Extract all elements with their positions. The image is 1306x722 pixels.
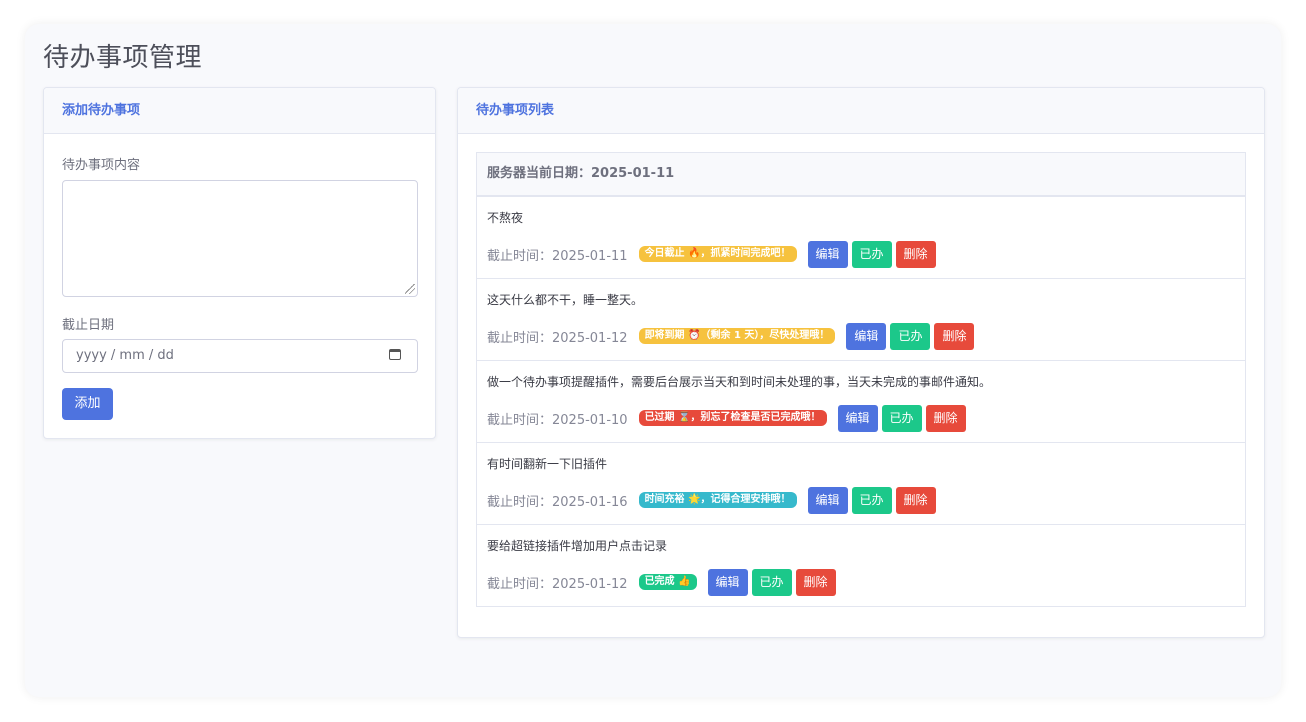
edit-button[interactable]: 编辑 <box>807 486 848 514</box>
todo-meta: 截止时间：2025-01-12 已完成 👍 编辑 已办 删除 <box>487 568 840 596</box>
status-badge: 今日截止 🔥，抓紧时间完成吧！ <box>638 246 797 262</box>
todo-deadline: 截止时间：2025-01-12 <box>487 330 628 346</box>
todo-items: 不熬夜 截止时间：2025-01-11 今日截止 🔥，抓紧时间完成吧！ 编辑 已… <box>477 197 1245 607</box>
todo-list-header: 待办事项列表 <box>458 88 1264 134</box>
todo-list-card: 待办事项列表 服务器当前日期：2025-01-11 不熬夜 截止时间：2025-… <box>457 87 1265 638</box>
todo-item: 做一个待办事项提醒插件，需要后台展示当天和到时间未处理的事，当天未完成的事邮件通… <box>477 361 1245 443</box>
todo-deadline: 截止时间：2025-01-12 <box>487 576 628 592</box>
add-button[interactable]: 添加 <box>62 388 113 420</box>
todo-meta: 截止时间：2025-01-16 时间充裕 🌟，记得合理安排哦！ 编辑 已办 删除 <box>487 486 940 514</box>
add-todo-header: 添加待办事项 <box>44 88 435 134</box>
date-input[interactable]: yyyy / mm / dd <box>62 339 418 373</box>
resize-grip-icon[interactable] <box>405 284 415 294</box>
delete-button[interactable]: 删除 <box>895 486 936 514</box>
todo-text: 有时间翻新一下旧插件 <box>487 457 608 471</box>
delete-button[interactable]: 删除 <box>925 404 966 432</box>
status-badge: 时间充裕 🌟，记得合理安排哦！ <box>638 492 797 508</box>
todo-item: 要给超链接插件增加用户点击记录 截止时间：2025-01-12 已完成 👍 编辑… <box>477 525 1245 607</box>
done-button[interactable]: 已办 <box>851 240 892 268</box>
done-button[interactable]: 已办 <box>881 404 922 432</box>
todo-deadline: 截止时间：2025-01-16 <box>487 494 628 510</box>
calendar-icon[interactable] <box>389 349 401 360</box>
content-textarea[interactable] <box>62 180 418 297</box>
todo-list: 服务器当前日期：2025-01-11 不熬夜 截止时间：2025-01-11 今… <box>476 152 1246 607</box>
done-button[interactable]: 已办 <box>751 568 792 596</box>
status-badge: 已过期 ⌛，别忘了检查是否已完成哦！ <box>638 410 827 426</box>
page-title: 待办事项管理 <box>43 43 203 73</box>
date-placeholder: yyyy / mm / dd <box>76 348 174 363</box>
todo-item: 不熬夜 截止时间：2025-01-11 今日截止 🔥，抓紧时间完成吧！ 编辑 已… <box>477 197 1245 279</box>
status-badge: 即将到期 ⏰（剩余 1 天），尽快处理哦！ <box>638 328 836 344</box>
app-container: 待办事项管理 添加待办事项 待办事项内容 截止日期 yyyy / mm / dd… <box>25 24 1281 697</box>
todo-item: 有时间翻新一下旧插件 截止时间：2025-01-16 时间充裕 🌟，记得合理安排… <box>477 443 1245 525</box>
todo-deadline: 截止时间：2025-01-11 <box>487 248 628 264</box>
edit-button[interactable]: 编辑 <box>846 322 887 350</box>
todo-meta: 截止时间：2025-01-10 已过期 ⌛，别忘了检查是否已完成哦！ 编辑 已办… <box>487 404 970 432</box>
edit-button[interactable]: 编辑 <box>837 404 878 432</box>
todo-text: 要给超链接插件增加用户点击记录 <box>487 539 668 553</box>
server-date: 服务器当前日期：2025-01-11 <box>477 153 1245 197</box>
todo-meta: 截止时间：2025-01-12 即将到期 ⏰（剩余 1 天），尽快处理哦！ 编辑… <box>487 322 978 350</box>
edit-button[interactable]: 编辑 <box>707 568 748 596</box>
edit-button[interactable]: 编辑 <box>807 240 848 268</box>
todo-text: 做一个待办事项提醒插件，需要后台展示当天和到时间未处理的事，当天未完成的事邮件通… <box>487 375 992 389</box>
todo-meta: 截止时间：2025-01-11 今日截止 🔥，抓紧时间完成吧！ 编辑 已办 删除 <box>487 240 940 268</box>
add-todo-card: 添加待办事项 待办事项内容 截止日期 yyyy / mm / dd 添加 <box>43 87 436 439</box>
content-label: 待办事项内容 <box>62 158 141 173</box>
done-button[interactable]: 已办 <box>851 486 892 514</box>
delete-button[interactable]: 删除 <box>934 322 975 350</box>
todo-text: 不熬夜 <box>487 211 524 225</box>
done-button[interactable]: 已办 <box>890 322 931 350</box>
date-label: 截止日期 <box>62 318 115 333</box>
todo-item: 这天什么都不干，睡一整天。 截止时间：2025-01-12 即将到期 ⏰（剩余 … <box>477 279 1245 361</box>
todo-text: 这天什么都不干，睡一整天。 <box>487 293 644 307</box>
delete-button[interactable]: 删除 <box>895 240 936 268</box>
todo-deadline: 截止时间：2025-01-10 <box>487 412 628 428</box>
status-badge: 已完成 👍 <box>638 574 697 590</box>
delete-button[interactable]: 删除 <box>795 568 836 596</box>
